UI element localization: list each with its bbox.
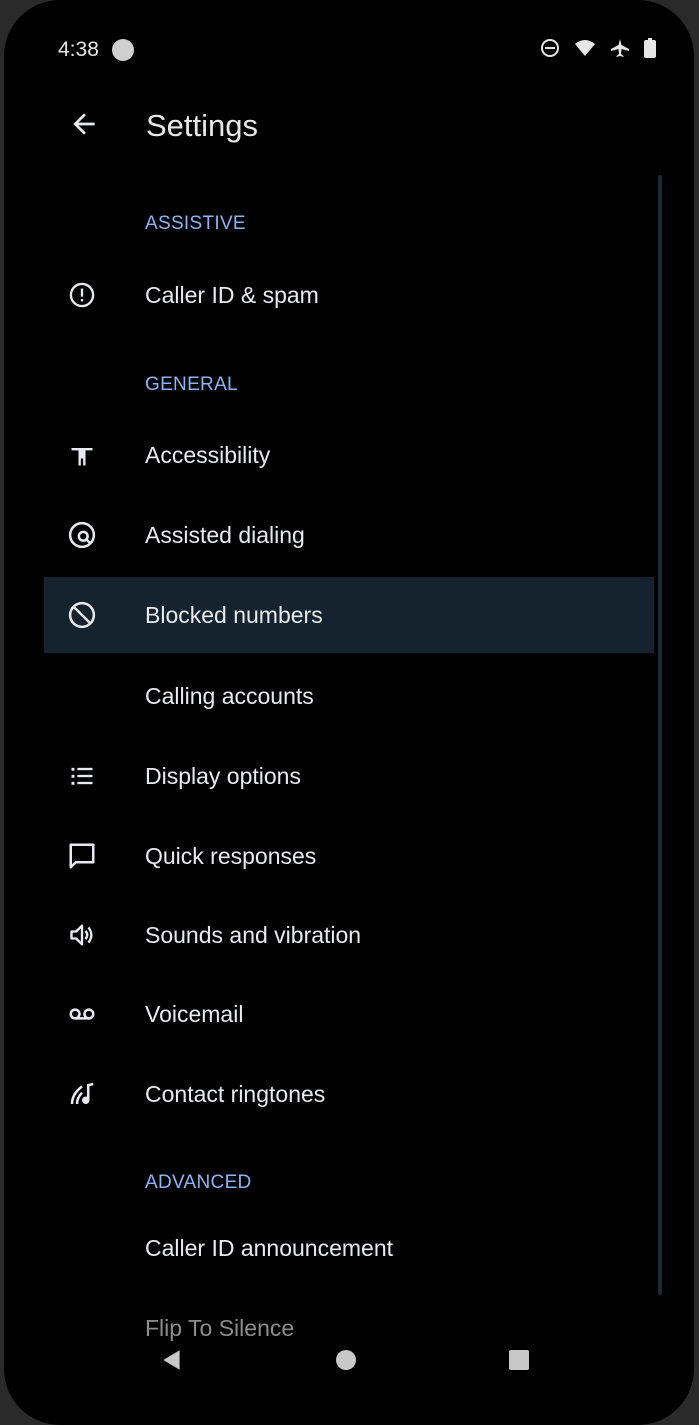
settings-item-label: Assisted dialing	[145, 522, 305, 548]
settings-item-quick-responses[interactable]: Quick responses	[44, 818, 654, 894]
settings-item-label: Accessibility	[145, 442, 271, 468]
settings-item-label: Contact ringtones	[145, 1081, 326, 1107]
ringtone-icon	[66, 1078, 98, 1110]
settings-item-accessibility[interactable]: Accessibility	[44, 417, 654, 493]
message-icon	[66, 840, 98, 872]
navigation-bar	[4, 1325, 694, 1395]
settings-item-display-options[interactable]: Display options	[44, 738, 654, 814]
battery-icon	[644, 38, 656, 58]
assisted-dialing-icon	[66, 519, 98, 551]
airplane-icon	[611, 39, 629, 57]
settings-item-voicemail[interactable]: Voicemail	[44, 976, 654, 1052]
settings-item-sounds-vibration[interactable]: Sounds and vibration	[44, 897, 654, 973]
section-header-advanced: ADVANCED	[145, 1172, 252, 1193]
phone-screen: 4:38 Settings ASSISTIVE Caller ID & spam…	[4, 0, 694, 1425]
settings-item-label: Voicemail	[145, 1001, 244, 1027]
settings-item-label: Caller ID announcement	[145, 1235, 394, 1261]
settings-item-blocked-numbers[interactable]: Blocked numbers	[44, 577, 654, 653]
accessibility-icon	[66, 439, 98, 471]
status-bar: 4:38	[4, 28, 694, 72]
status-time: 4:38	[58, 38, 99, 61]
section-header-assistive: ASSISTIVE	[145, 213, 246, 234]
scrollbar[interactable]	[658, 175, 662, 1295]
wifi-icon	[575, 40, 595, 56]
list-icon	[66, 760, 98, 792]
volume-icon	[66, 919, 98, 951]
settings-item-caller-id-spam[interactable]: Caller ID & spam	[44, 257, 654, 333]
block-icon	[66, 599, 98, 631]
app-bar: Settings	[4, 92, 694, 162]
voicemail-icon	[66, 998, 98, 1030]
settings-item-label: Calling accounts	[145, 683, 314, 709]
settings-item-assisted-dialing[interactable]: Assisted dialing	[44, 497, 654, 573]
nav-recents-icon[interactable]	[499, 1340, 539, 1380]
settings-item-caller-id-announcement[interactable]: Caller ID announcement	[44, 1210, 654, 1286]
settings-item-label: Quick responses	[145, 843, 317, 869]
settings-item-flip-to-silence[interactable]: Flip To Silence	[44, 1290, 654, 1341]
page-title: Settings	[146, 108, 259, 143]
settings-item-label: Caller ID & spam	[145, 282, 319, 308]
nav-back-icon[interactable]	[152, 1340, 192, 1380]
nav-home-icon[interactable]	[326, 1340, 366, 1380]
settings-item-label: Blocked numbers	[145, 602, 323, 628]
back-arrow-icon[interactable]	[64, 104, 104, 144]
do-not-disturb-icon	[541, 39, 559, 57]
status-icons	[540, 38, 656, 58]
settings-item-label: Display options	[145, 763, 301, 789]
section-header-general: GENERAL	[145, 374, 238, 395]
info-icon	[66, 279, 98, 311]
app-notification-icon	[112, 39, 134, 61]
settings-item-contact-ringtones[interactable]: Contact ringtones	[44, 1056, 654, 1132]
settings-item-calling-accounts[interactable]: Calling accounts	[44, 658, 654, 734]
settings-item-label: Sounds and vibration	[145, 922, 362, 948]
